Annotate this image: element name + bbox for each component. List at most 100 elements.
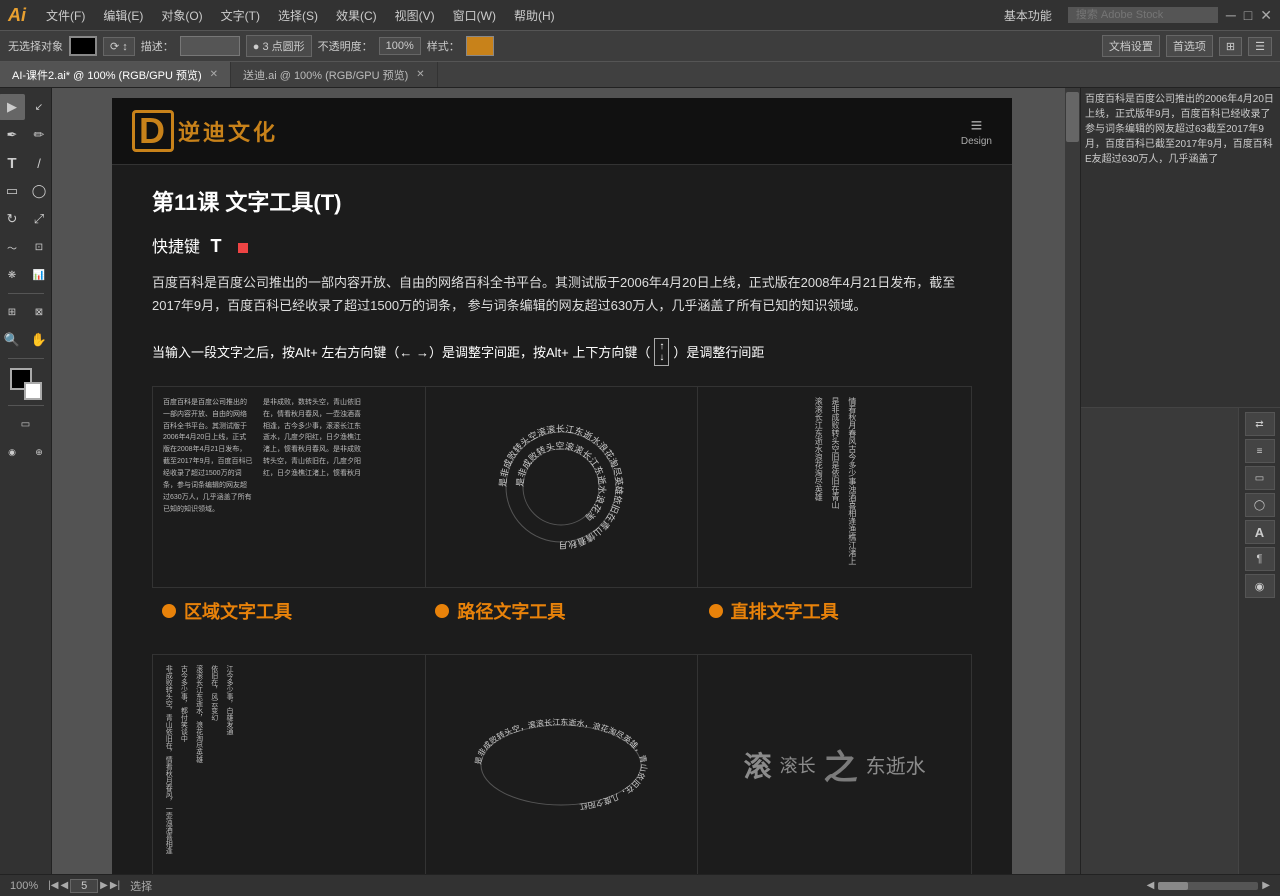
pencil-tool[interactable]: ✏	[26, 122, 52, 148]
circle-text-svg: 是非成败转头空滚滚长江东逝水浪花淘尽英雄依旧在青山情看秋月 是非成败转头空滚滚长…	[486, 412, 636, 562]
no-selection-label: 无选择对象	[8, 38, 63, 54]
menu-view[interactable]: 视图(V)	[387, 5, 443, 26]
tab-close-2[interactable]: ✕	[416, 69, 424, 80]
stroke-fill-swatch[interactable]	[69, 36, 97, 56]
draw-inside-mode[interactable]: ⊕	[26, 439, 52, 465]
select-tool[interactable]: ▶	[0, 94, 25, 120]
hand-tool[interactable]: ✋	[26, 327, 52, 353]
vert-area-text-example: 非成败转头空，青山依旧在，情看秋月春风，一壶浊酒喜相逢 古今多少事，都付笑谈中 …	[153, 655, 426, 874]
orange-dot-3	[709, 604, 723, 618]
vert-area-text-4: 依旧在，风云变幻	[209, 665, 220, 865]
mini-tool-circle[interactable]: ◉	[1245, 574, 1275, 598]
area-text-title: 区域文字工具	[184, 598, 292, 624]
h-scroll-thumb[interactable]	[1158, 882, 1188, 890]
fill-stroke-colors[interactable]	[10, 368, 42, 400]
rotate-tool[interactable]: ↻	[0, 206, 25, 232]
right-panel-canvas	[1081, 408, 1238, 874]
mini-tool-3[interactable]: ▭	[1245, 466, 1275, 490]
nav-next[interactable]: ▶	[100, 880, 108, 891]
warp-tool[interactable]: 〜	[0, 234, 25, 260]
scroll-left[interactable]: ◀	[1147, 880, 1155, 891]
symbol-tool[interactable]: ❋	[0, 262, 25, 288]
right-panel: 百度百科是百度公司推出的2006年4月20日上线，正式版年9月，百度百科已经收录…	[1080, 88, 1280, 874]
mini-tool-1[interactable]: ⇄	[1245, 412, 1275, 436]
shortcut-line: 快捷键 T	[152, 233, 972, 257]
line-tool[interactable]: /	[26, 150, 52, 176]
minimize-button[interactable]: ─	[1226, 7, 1236, 23]
preferences-button[interactable]: 首选项	[1166, 35, 1213, 57]
ellipse-text-svg: 是非成败转头空，滚滚长江东逝水，浪花淘尽英雄，青山依旧在，几度夕阳红	[471, 705, 651, 825]
vert-path-text-example: 是非成败转头空，滚滚长江东逝水，浪花淘尽英雄，青山依旧在，几度夕阳红	[426, 655, 699, 874]
mini-tool-para[interactable]: ¶	[1245, 547, 1275, 571]
maximize-button[interactable]: □	[1244, 7, 1252, 23]
tab-ai-course[interactable]: AI-课件2.ai* @ 100% (RGB/GPU 预览) ✕	[0, 62, 231, 87]
status-label: 选择	[130, 878, 152, 894]
page-navigation: |◀ ◀ ▶ ▶|	[48, 879, 120, 893]
toolbar: 无选择对象 ⟳ ↕ 描述： ● 3 点圆形 不透明度： 100% 样式： 文档设…	[0, 30, 1280, 62]
menu-edit[interactable]: 编辑(E)	[95, 5, 151, 26]
style-swatch[interactable]	[466, 36, 494, 56]
stroke-color[interactable]	[24, 382, 42, 400]
red-indicator	[238, 243, 248, 253]
menu-hamburger[interactable]: ≡ Design	[961, 116, 992, 147]
menu-help[interactable]: 帮助(H)	[506, 5, 563, 26]
opacity-value[interactable]: 100%	[379, 37, 421, 55]
description-text: 百度百科是百度公司推出的一部内容开放、自由的网络百科全书平台。其测试版于2006…	[152, 271, 972, 318]
svg-text:是非成败转头空滚滚长江东逝水浪花淘: 是非成败转头空滚滚长江东逝水浪花淘	[515, 440, 608, 523]
menu-object[interactable]: 对象(O)	[153, 5, 210, 26]
ellipse-tool[interactable]: ◯	[26, 178, 52, 204]
graph-tool[interactable]: 📊	[26, 262, 52, 288]
menu-file[interactable]: 文件(F)	[38, 5, 93, 26]
menu-select[interactable]: 选择(S)	[270, 5, 326, 26]
workspace-switcher[interactable]: 基本功能	[996, 5, 1060, 26]
scroll-thumb[interactable]	[1066, 92, 1079, 142]
layout-icon[interactable]: ☰	[1248, 37, 1272, 56]
doc-settings-button[interactable]: 文档设置	[1102, 35, 1160, 57]
vertical-scrollbar[interactable]	[1065, 88, 1080, 874]
mini-tool-2[interactable]: ≡	[1245, 439, 1275, 463]
scale-tool[interactable]: ⤢	[26, 206, 52, 232]
arrow-indicator: ↑↓	[654, 338, 669, 366]
stock-search[interactable]	[1068, 7, 1218, 23]
scroll-right[interactable]: ▶	[1262, 880, 1270, 891]
direct-select-tool[interactable]: ↙	[26, 94, 52, 120]
slice-tool[interactable]: ⊠	[26, 299, 52, 325]
app-logo: Ai	[8, 5, 26, 26]
free-transform-tool[interactable]: ⊡	[26, 234, 52, 260]
mini-tool-4[interactable]: ◯	[1245, 493, 1275, 517]
tab-songdi[interactable]: 送迪.ai @ 100% (RGB/GPU 预览) ✕	[231, 62, 438, 87]
nav-prev[interactable]: ◀	[60, 880, 68, 891]
nav-first[interactable]: |◀	[48, 880, 58, 891]
path-text-title: 路径文字工具	[457, 598, 565, 624]
menu-effect[interactable]: 效果(C)	[328, 5, 385, 26]
close-button[interactable]: ✕	[1260, 7, 1272, 24]
draw-mode[interactable]: ◉	[0, 439, 25, 465]
zoom-tool[interactable]: 🔍	[0, 327, 25, 353]
h-scrollbar[interactable]	[1158, 882, 1258, 890]
pen-tool[interactable]: ✒	[0, 122, 25, 148]
points-selector[interactable]: ● 3 点圆形	[246, 35, 312, 57]
arrow-hint: 当输入一段文字之后，按Alt+ 左右方向键（← →）是调整字间距，按Alt+ 上…	[152, 338, 972, 366]
arrange-icon[interactable]: ⊞	[1219, 37, 1242, 56]
deco-char-1: 滚	[744, 745, 772, 785]
decoration-text-content: 滚 滚长 之 东逝水	[744, 740, 926, 789]
mini-tool-text[interactable]: A	[1245, 520, 1275, 544]
text-tool[interactable]: T	[0, 150, 25, 176]
properties-text: 百度百科是百度公司推出的2006年4月20日上线，正式版年9月，百度百科已经收录…	[1085, 92, 1276, 167]
shortcut-key: T	[210, 236, 221, 256]
screen-mode[interactable]: ▭	[13, 411, 39, 437]
artboard-tool[interactable]: ⊞	[0, 299, 25, 325]
deco-char-3: 之	[824, 740, 858, 789]
vert-area-text-3: 滚滚长江东逝水，浪花淘尽英雄	[193, 665, 204, 865]
nav-last[interactable]: ▶|	[110, 880, 120, 891]
brush-options[interactable]: ⟳ ↕	[103, 37, 135, 56]
menu-window[interactable]: 窗口(W)	[445, 5, 504, 26]
canvas-area[interactable]: D 逆迪文化 ≡ Design 第11课 文字工具(T) 快捷键 T	[52, 88, 1080, 874]
bottom-bar: 100% |◀ ◀ ▶ ▶| 选择 ◀ ▶	[0, 874, 1280, 896]
describe-field[interactable]	[180, 36, 240, 56]
doc-header: D 逆迪文化 ≡ Design	[112, 98, 1012, 165]
rect-tool[interactable]: ▭	[0, 178, 25, 204]
tab-close-1[interactable]: ✕	[210, 69, 218, 80]
menu-text[interactable]: 文字(T)	[213, 5, 268, 26]
page-number-input[interactable]	[70, 879, 98, 893]
